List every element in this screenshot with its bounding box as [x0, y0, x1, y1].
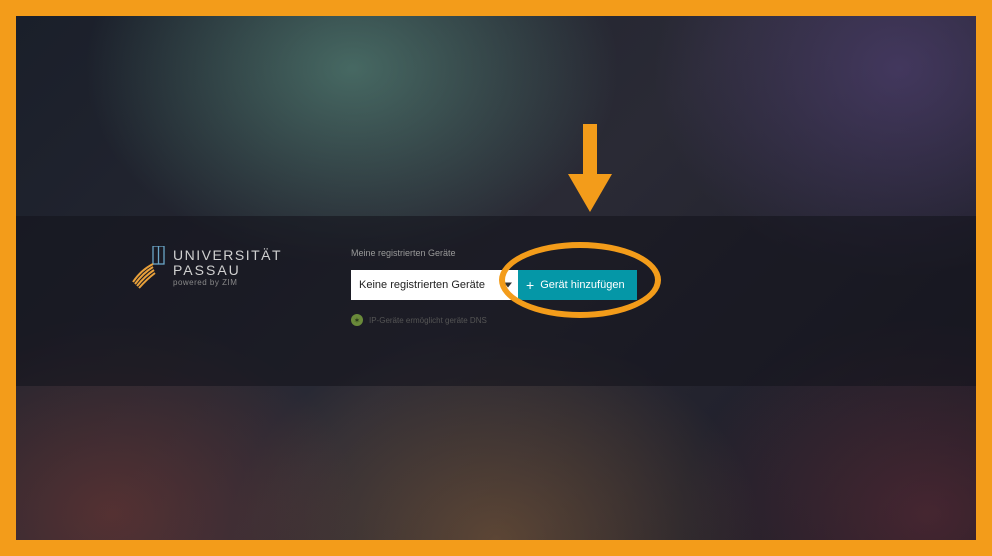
add-button-label: Gerät hinzufügen	[540, 279, 624, 291]
hint-text: IP-Geräte ermöglicht geräte DNS	[369, 316, 487, 325]
dropdown-selected-value: Keine registrierten Geräte	[359, 279, 485, 291]
passau-logo-icon	[131, 246, 167, 290]
device-dropdown[interactable]: Keine registrierten Geräte	[351, 270, 518, 300]
hint-row: ✶ IP-Geräte ermöglicht geräte DNS	[351, 314, 637, 326]
university-logo: UNIVERSITÄT PASSAU powered by ZIM	[131, 246, 282, 290]
logo-line1: UNIVERSITÄT	[173, 248, 282, 263]
form-row: Keine registrierten Geräte + Gerät hinzu…	[351, 270, 637, 300]
logo-text-block: UNIVERSITÄT PASSAU powered by ZIM	[173, 248, 282, 288]
info-icon: ✶	[351, 314, 363, 326]
logo-line2: PASSAU	[173, 263, 282, 278]
plus-icon: +	[526, 277, 534, 293]
annotated-frame: UNIVERSITÄT PASSAU powered by ZIM Meine …	[0, 0, 992, 556]
arrow-annotation-icon	[566, 124, 614, 214]
logo-subline: powered by ZIM	[173, 279, 282, 287]
form-heading: Meine registrierten Geräte	[351, 248, 637, 258]
add-device-button[interactable]: + Gerät hinzufügen	[518, 270, 637, 300]
device-form: Meine registrierten Geräte Keine registr…	[351, 248, 637, 326]
chevron-down-icon	[504, 283, 512, 288]
